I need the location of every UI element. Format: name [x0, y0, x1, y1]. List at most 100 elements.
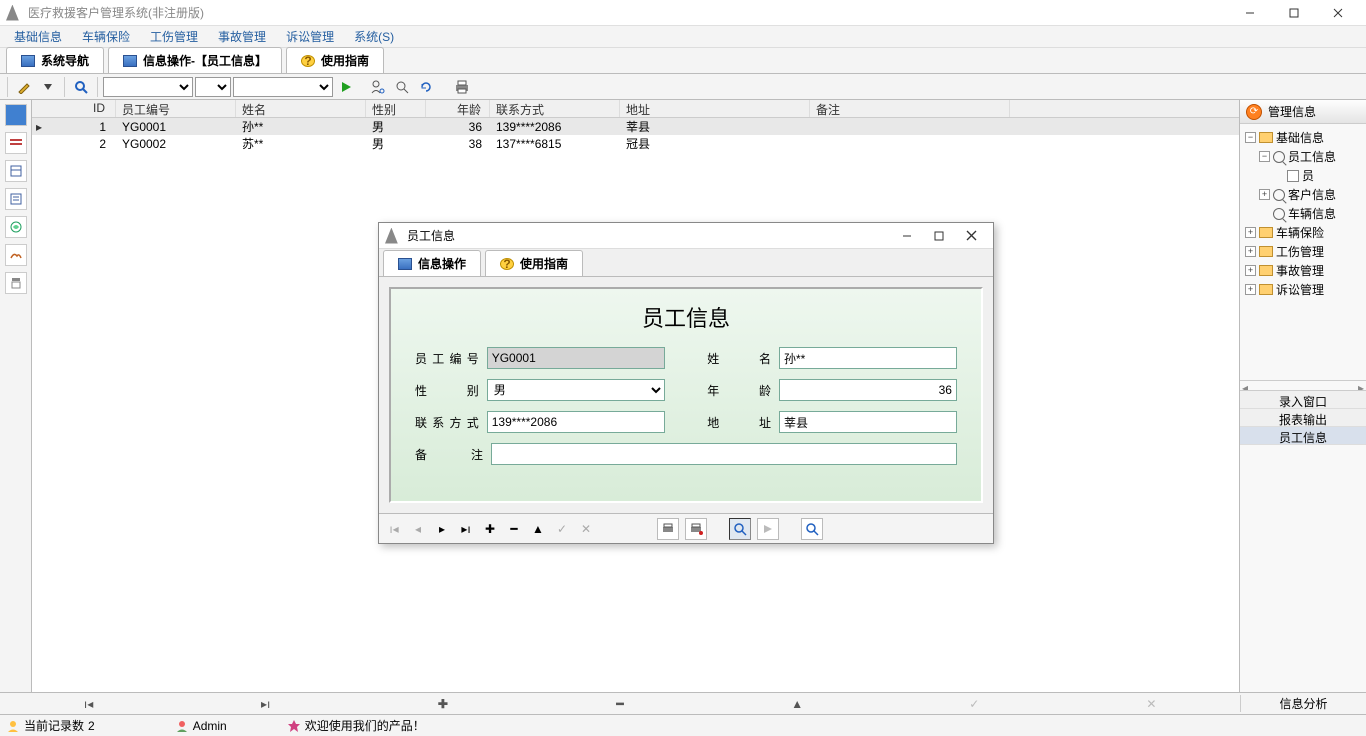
scroll-left-icon[interactable]: ◂: [1240, 381, 1356, 390]
tree-item[interactable]: +客户信息: [1242, 185, 1364, 204]
tab-nav[interactable]: 系统导航: [6, 47, 104, 73]
run-button[interactable]: [335, 76, 357, 98]
tree-expander-icon[interactable]: +: [1245, 227, 1256, 238]
col-empid[interactable]: 员工编号: [116, 100, 236, 117]
left-btn-3[interactable]: [5, 160, 27, 182]
name-field[interactable]: [779, 347, 957, 369]
right-tab-report[interactable]: 报表输出: [1240, 409, 1366, 427]
col-addr[interactable]: 地址: [620, 100, 810, 117]
table-row[interactable]: ▸ 1 YG0001 孙** 男 36 139****2086 莘县: [32, 118, 1239, 135]
col-note[interactable]: 备注: [810, 100, 1010, 117]
toolbar: [0, 74, 1366, 100]
filter-field-combo[interactable]: [103, 77, 193, 97]
left-btn-4[interactable]: [5, 188, 27, 210]
cell: YG0002: [116, 137, 236, 151]
col-tel[interactable]: 联系方式: [490, 100, 620, 117]
tree-expander-icon[interactable]: +: [1245, 284, 1256, 295]
dlg-nav-first[interactable]: ı◂: [385, 522, 403, 536]
empid-field[interactable]: [487, 347, 665, 369]
left-btn-1[interactable]: [5, 104, 27, 126]
right-tab-emp[interactable]: 员工信息: [1240, 427, 1366, 445]
menu-system[interactable]: 系统(S): [344, 28, 404, 45]
nav-edit[interactable]: ✓: [886, 697, 1063, 711]
dlg-nav-last[interactable]: ▸ı: [457, 522, 475, 536]
find-all-button[interactable]: [391, 76, 413, 98]
nav-last[interactable]: ▸ı: [177, 697, 354, 711]
filter-op-combo[interactable]: [195, 77, 231, 97]
dialog-tab-guide-label: 使用指南: [520, 255, 568, 272]
dlg-nav-next[interactable]: ▸: [433, 522, 451, 536]
tree-view[interactable]: −基础信息−员工信息员+客户信息车辆信息+车辆保险+工伤管理+事故管理+诉讼管理: [1240, 124, 1366, 380]
age-field[interactable]: [779, 379, 957, 401]
refresh-button[interactable]: [415, 76, 437, 98]
menu-injury[interactable]: 工伤管理: [140, 28, 208, 45]
search-button[interactable]: [70, 76, 92, 98]
dlg-play-button[interactable]: [757, 518, 779, 540]
tab-guide[interactable]: ? 使用指南: [286, 47, 384, 73]
col-name[interactable]: 姓名: [236, 100, 366, 117]
filter-value-combo[interactable]: [233, 77, 333, 97]
note-field[interactable]: [491, 443, 957, 465]
menu-basic[interactable]: 基础信息: [4, 28, 72, 45]
tree-item[interactable]: −基础信息: [1242, 128, 1364, 147]
dropdown-button[interactable]: [37, 76, 59, 98]
dialog-tab-guide[interactable]: ? 使用指南: [485, 250, 583, 276]
tree-item[interactable]: −员工信息: [1242, 147, 1364, 166]
find-person-button[interactable]: [367, 76, 389, 98]
window-minimize-button[interactable]: [1228, 0, 1272, 26]
nav-cancel[interactable]: ✕: [1063, 697, 1240, 711]
menu-lawsuit[interactable]: 诉讼管理: [276, 28, 344, 45]
nav-add[interactable]: ✚: [354, 697, 531, 711]
edit-button[interactable]: [13, 76, 35, 98]
dlg-nav-prev[interactable]: ◂: [409, 522, 427, 536]
left-btn-6[interactable]: [5, 244, 27, 266]
tree-item[interactable]: 车辆信息: [1242, 204, 1364, 223]
dlg-nav-add[interactable]: ✚: [481, 522, 499, 536]
window-maximize-button[interactable]: [1272, 0, 1316, 26]
tree-expander-icon[interactable]: +: [1259, 189, 1270, 200]
tree-expander-icon[interactable]: +: [1245, 265, 1256, 276]
left-btn-5[interactable]: [5, 216, 27, 238]
dialog-titlebar[interactable]: 员工信息: [379, 223, 993, 249]
window-close-button[interactable]: [1316, 0, 1360, 26]
dlg-nav-cancel[interactable]: ✕: [577, 522, 595, 536]
left-btn-2[interactable]: [5, 132, 27, 154]
addr-field[interactable]: [779, 411, 957, 433]
col-age[interactable]: 年龄: [426, 100, 490, 117]
tree-item[interactable]: +事故管理: [1242, 261, 1364, 280]
tel-field[interactable]: [487, 411, 665, 433]
tree-item[interactable]: +车辆保险: [1242, 223, 1364, 242]
scroll-right-icon[interactable]: ▸: [1356, 381, 1366, 390]
right-tab-entry[interactable]: 录入窗口: [1240, 391, 1366, 409]
col-sex[interactable]: 性别: [366, 100, 426, 117]
left-btn-7[interactable]: [5, 272, 27, 294]
tree-expander-icon[interactable]: +: [1245, 246, 1256, 257]
sex-select[interactable]: 男: [487, 379, 665, 401]
dlg-print2-button[interactable]: [685, 518, 707, 540]
nav-del[interactable]: ━: [531, 697, 708, 711]
dlg-print-button[interactable]: [657, 518, 679, 540]
tab-info[interactable]: 信息操作-【员工信息】: [108, 47, 282, 73]
tree-expander-icon[interactable]: −: [1259, 151, 1270, 162]
tree-item[interactable]: +工伤管理: [1242, 242, 1364, 261]
print-button[interactable]: [451, 76, 473, 98]
dialog-maximize-button[interactable]: [923, 225, 955, 247]
tree-item[interactable]: 员: [1242, 166, 1364, 185]
table-row[interactable]: 2 YG0002 苏** 男 38 137****6815 冠县: [32, 135, 1239, 152]
dlg-search-button[interactable]: [729, 518, 751, 540]
nav-first[interactable]: ı◂: [0, 697, 177, 711]
menu-insurance[interactable]: 车辆保险: [72, 28, 140, 45]
nav-up[interactable]: ▲: [709, 697, 886, 711]
col-id[interactable]: ID: [46, 100, 116, 117]
menu-accident[interactable]: 事故管理: [208, 28, 276, 45]
dlg-nav-ok[interactable]: ✓: [553, 522, 571, 536]
dlg-nav-del[interactable]: ━: [505, 522, 523, 536]
dialog-minimize-button[interactable]: [891, 225, 923, 247]
analysis-button[interactable]: 信息分析: [1240, 695, 1366, 712]
dlg-zoom-button[interactable]: [801, 518, 823, 540]
tree-item[interactable]: +诉讼管理: [1242, 280, 1364, 299]
dialog-close-button[interactable]: [955, 225, 987, 247]
dialog-tab-info[interactable]: 信息操作: [383, 250, 481, 276]
tree-expander-icon[interactable]: −: [1245, 132, 1256, 143]
dlg-nav-up[interactable]: ▲: [529, 522, 547, 536]
